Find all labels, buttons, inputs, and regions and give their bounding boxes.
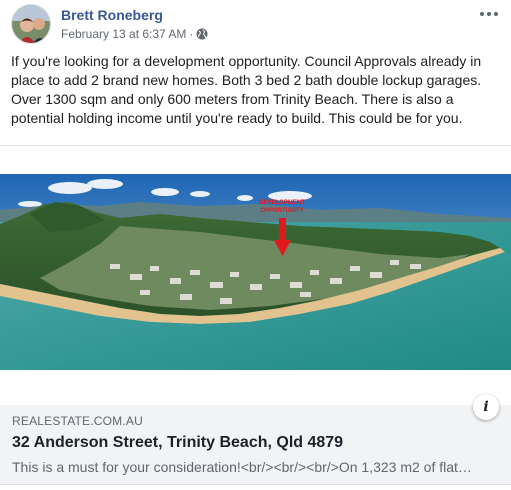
link-preview-image-area[interactable]: DEVELOPMENT OPPORTUNITY <box>0 146 511 405</box>
globe-icon[interactable] <box>196 28 208 40</box>
avatar[interactable] <box>11 4 51 44</box>
post-text: If you're looking for a development oppo… <box>11 53 482 126</box>
photo-caption-line1: DEVELOPMENT <box>259 200 305 206</box>
photo-caption-line2: OPPORTUNITY <box>260 208 303 214</box>
more-options-icon[interactable] <box>477 6 501 22</box>
link-meta[interactable]: REALESTATE.COM.AU 32 Anderson Street, Tr… <box>12 414 482 475</box>
post-meta: February 13 at 6:37 AM · <box>61 27 208 41</box>
avatar-photo <box>12 5 50 43</box>
post-timestamp[interactable]: February 13 at 6:37 AM <box>61 27 186 41</box>
aerial-beach-photo[interactable]: DEVELOPMENT OPPORTUNITY <box>0 174 511 370</box>
author-name[interactable]: Brett Roneberg <box>61 7 163 23</box>
post-header: Brett Roneberg February 13 at 6:37 AM · <box>11 4 501 48</box>
meta-separator: · <box>189 27 194 41</box>
link-domain: REALESTATE.COM.AU <box>12 414 143 428</box>
link-description: This is a must for your consideration!<b… <box>12 459 472 475</box>
link-preview[interactable]: DEVELOPMENT OPPORTUNITY i REALESTATE.COM… <box>0 145 511 485</box>
link-title[interactable]: 32 Anderson Street, Trinity Beach, Qld 4… <box>12 434 482 452</box>
